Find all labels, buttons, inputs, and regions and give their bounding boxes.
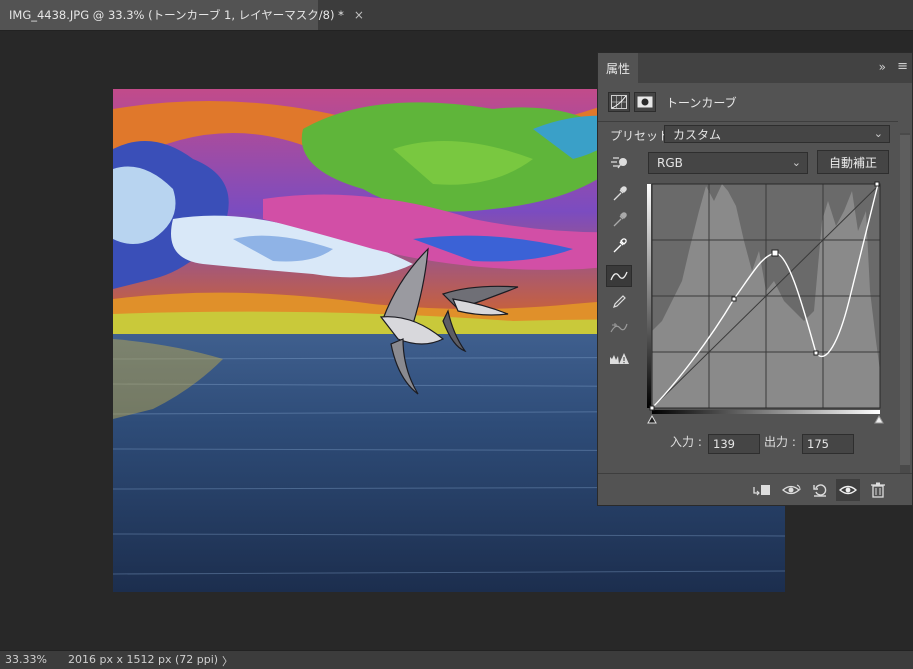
curve-point [813, 350, 819, 356]
smooth-curve-icon[interactable] [606, 317, 632, 339]
zoom-level[interactable]: 33.33% [5, 653, 47, 666]
curve-point [874, 181, 880, 187]
close-icon[interactable]: × [354, 8, 364, 22]
curve-point-selected [771, 249, 779, 257]
curves-adjustment-icon[interactable] [608, 92, 630, 112]
trash-icon[interactable] [866, 479, 890, 501]
pencil-icon[interactable] [606, 291, 632, 313]
auto-button[interactable]: 自動補正 [817, 150, 889, 174]
white-point-slider [874, 414, 884, 424]
status-menu-arrow[interactable]: 〉 [222, 653, 233, 669]
input-field[interactable]: 139 [708, 434, 760, 454]
document-tab[interactable]: IMG_4438.JPG @ 33.3% (トーンカーブ 1, レイヤーマスク/… [0, 0, 364, 30]
white-eyedropper-icon[interactable] [606, 235, 632, 257]
collapse-panel-icon[interactable]: » [879, 60, 886, 74]
panel-bottom-bar [598, 473, 912, 506]
chevron-down-icon: ⌄ [873, 127, 883, 140]
status-bar: 33.33% 2016 px x 1512 px (72 ppi) 〉 [0, 650, 913, 669]
target-adjust-icon[interactable] [606, 151, 632, 173]
clipping-warning-icon[interactable] [606, 347, 632, 369]
properties-panel: 属性 » ≡ トーンカーブ プリセット : カスタム ⌄ RGB ⌄ 自動補正 [597, 52, 913, 506]
black-point-slider [647, 414, 657, 424]
document-tab-title: IMG_4438.JPG @ 33.3% (トーンカーブ 1, レイヤーマスク/… [9, 8, 344, 22]
document-tab-bar: IMG_4438.JPG @ 33.3% (トーンカーブ 1, レイヤーマスク/… [0, 0, 913, 31]
gray-eyedropper-icon[interactable] [606, 209, 632, 231]
panel-header: 属性 » ≡ [598, 53, 912, 83]
panel-menu-icon[interactable]: ≡ [897, 59, 908, 74]
panel-scrollbar-thumb[interactable] [900, 135, 910, 465]
adjustment-header: トーンカーブ [608, 91, 737, 113]
output-field[interactable]: 175 [802, 434, 854, 454]
chevron-down-icon: ⌄ [791, 156, 801, 169]
channel-value: RGB [657, 156, 683, 170]
curves-graph[interactable] [644, 181, 884, 425]
preset-value: カスタム [673, 127, 722, 142]
output-label: 出力 : [764, 435, 796, 449]
channel-select[interactable]: RGB ⌄ [648, 152, 808, 174]
curve-point [649, 405, 655, 411]
document-info: 2016 px x 1512 px (72 ppi) [68, 653, 219, 666]
adjustment-title: トーンカーブ [666, 95, 737, 110]
divider [598, 121, 898, 122]
curve-point-icon[interactable] [606, 265, 632, 287]
black-eyedropper-icon[interactable] [606, 183, 632, 205]
input-label: 入力 : [670, 435, 702, 449]
clip-to-layer-icon[interactable] [750, 479, 774, 501]
reset-icon[interactable] [808, 479, 832, 501]
layer-mask-icon[interactable] [634, 92, 656, 112]
preset-select[interactable]: カスタム ⌄ [664, 125, 890, 143]
visibility-icon[interactable] [836, 479, 860, 501]
curve-point [731, 296, 737, 302]
tab-properties[interactable]: 属性 [598, 53, 638, 83]
view-previous-icon[interactable] [780, 479, 804, 501]
